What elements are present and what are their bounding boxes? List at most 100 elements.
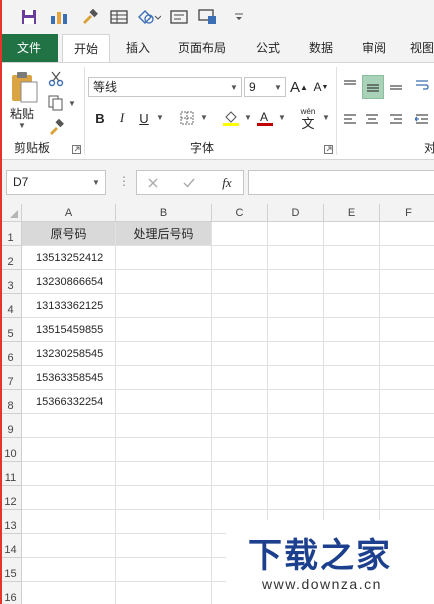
copy-dropdown-icon[interactable]: ▼	[68, 99, 76, 108]
cell-a14[interactable]	[22, 534, 116, 558]
formula-input[interactable]	[248, 170, 434, 195]
align-middle-icon[interactable]	[362, 75, 384, 99]
chart-icon[interactable]	[44, 2, 74, 32]
row-header-15[interactable]: 15	[0, 558, 22, 582]
cell-c10[interactable]	[212, 438, 268, 462]
tab-page-layout[interactable]: 页面布局	[168, 34, 236, 62]
cell-d6[interactable]	[268, 342, 324, 366]
cell-f2[interactable]	[380, 246, 434, 270]
cancel-icon[interactable]	[143, 173, 163, 193]
cell-d8[interactable]	[268, 390, 324, 414]
enter-icon[interactable]	[179, 173, 199, 193]
indent-icon[interactable]	[412, 109, 432, 129]
cell-d1[interactable]	[268, 222, 324, 246]
cell-b12[interactable]	[116, 486, 212, 510]
save-icon[interactable]	[14, 2, 44, 32]
cell-b2[interactable]	[116, 246, 212, 270]
row-header-16[interactable]: 16	[0, 582, 22, 604]
cell-b6[interactable]	[116, 342, 212, 366]
row-header-13[interactable]: 13	[0, 510, 22, 534]
cell-a7[interactable]: 15363358545	[22, 366, 116, 390]
format-painter-button-icon[interactable]	[46, 117, 66, 137]
cell-c11[interactable]	[212, 462, 268, 486]
row-header-1[interactable]: 1	[0, 222, 22, 246]
format-painter-icon[interactable]	[74, 2, 104, 32]
column-header-a[interactable]: A	[22, 204, 116, 222]
row-header-4[interactable]: 4	[0, 294, 22, 318]
column-header-d[interactable]: D	[268, 204, 324, 222]
cell-f1[interactable]	[380, 222, 434, 246]
cell-e6[interactable]	[324, 342, 380, 366]
cell-b9[interactable]	[116, 414, 212, 438]
cell-b16[interactable]	[116, 582, 212, 604]
table-icon[interactable]	[104, 2, 134, 32]
align-top-icon[interactable]	[340, 75, 360, 95]
cell-b3[interactable]	[116, 270, 212, 294]
cell-f4[interactable]	[380, 294, 434, 318]
clipboard-launcher-icon[interactable]	[70, 143, 82, 155]
cut-icon[interactable]	[46, 69, 66, 89]
align-center-icon[interactable]	[362, 109, 382, 129]
column-header-c[interactable]: C	[212, 204, 268, 222]
cell-a16[interactable]	[22, 582, 116, 604]
cell-d10[interactable]	[268, 438, 324, 462]
align-right-icon[interactable]	[386, 109, 406, 129]
cell-d9[interactable]	[268, 414, 324, 438]
border-icon[interactable]	[176, 107, 198, 129]
row-header-11[interactable]: 11	[0, 462, 22, 486]
cell-c6[interactable]	[212, 342, 268, 366]
cell-f5[interactable]	[380, 318, 434, 342]
align-bottom-icon[interactable]	[386, 75, 406, 95]
tab-home[interactable]: 开始	[62, 34, 110, 63]
font-name-box[interactable]: 等线	[88, 77, 242, 97]
tab-view[interactable]: 视图	[402, 34, 434, 62]
cell-f8[interactable]	[380, 390, 434, 414]
cell-b1[interactable]: 处理后号码	[116, 222, 212, 246]
select-all-corner[interactable]	[0, 204, 22, 222]
cell-c9[interactable]	[212, 414, 268, 438]
cell-f11[interactable]	[380, 462, 434, 486]
row-header-7[interactable]: 7	[0, 366, 22, 390]
underline-button[interactable]: U	[134, 107, 154, 129]
font-launcher-icon[interactable]	[322, 143, 334, 155]
cell-a3[interactable]: 13230866654	[22, 270, 116, 294]
cell-a10[interactable]	[22, 438, 116, 462]
cell-b7[interactable]	[116, 366, 212, 390]
cell-d7[interactable]	[268, 366, 324, 390]
column-header-b[interactable]: B	[116, 204, 212, 222]
cell-c12[interactable]	[212, 486, 268, 510]
row-header-14[interactable]: 14	[0, 534, 22, 558]
column-header-f[interactable]: F	[380, 204, 434, 222]
phonetic-button[interactable]: wén 文	[294, 107, 322, 131]
cell-e7[interactable]	[324, 366, 380, 390]
paste-dropdown-icon[interactable]: ▼	[18, 121, 26, 130]
cell-e10[interactable]	[324, 438, 380, 462]
paste-icon[interactable]	[6, 69, 42, 105]
bold-button[interactable]: B	[90, 107, 110, 129]
border-dropdown-icon[interactable]: ▼	[200, 113, 208, 122]
cell-d2[interactable]	[268, 246, 324, 270]
insert-function-button[interactable]: fx	[215, 173, 239, 193]
row-header-9[interactable]: 9	[0, 414, 22, 438]
cell-d3[interactable]	[268, 270, 324, 294]
underline-dropdown-icon[interactable]: ▼	[156, 113, 164, 122]
row-header-5[interactable]: 5	[0, 318, 22, 342]
cell-b4[interactable]	[116, 294, 212, 318]
shapes-icon[interactable]	[134, 2, 164, 32]
font-color-icon[interactable]: A	[254, 107, 276, 129]
tab-data[interactable]: 数据	[296, 34, 346, 62]
column-header-e[interactable]: E	[324, 204, 380, 222]
cell-e5[interactable]	[324, 318, 380, 342]
cell-f3[interactable]	[380, 270, 434, 294]
cell-a11[interactable]	[22, 462, 116, 486]
tab-file[interactable]: 文件	[0, 34, 58, 62]
cell-c1[interactable]	[212, 222, 268, 246]
cell-d11[interactable]	[268, 462, 324, 486]
cell-a15[interactable]	[22, 558, 116, 582]
cell-e11[interactable]	[324, 462, 380, 486]
cell-a6[interactable]: 13230258545	[22, 342, 116, 366]
tab-insert[interactable]: 插入	[112, 34, 164, 62]
cell-c5[interactable]	[212, 318, 268, 342]
tab-formulas[interactable]: 公式	[242, 34, 294, 62]
cell-a9[interactable]	[22, 414, 116, 438]
